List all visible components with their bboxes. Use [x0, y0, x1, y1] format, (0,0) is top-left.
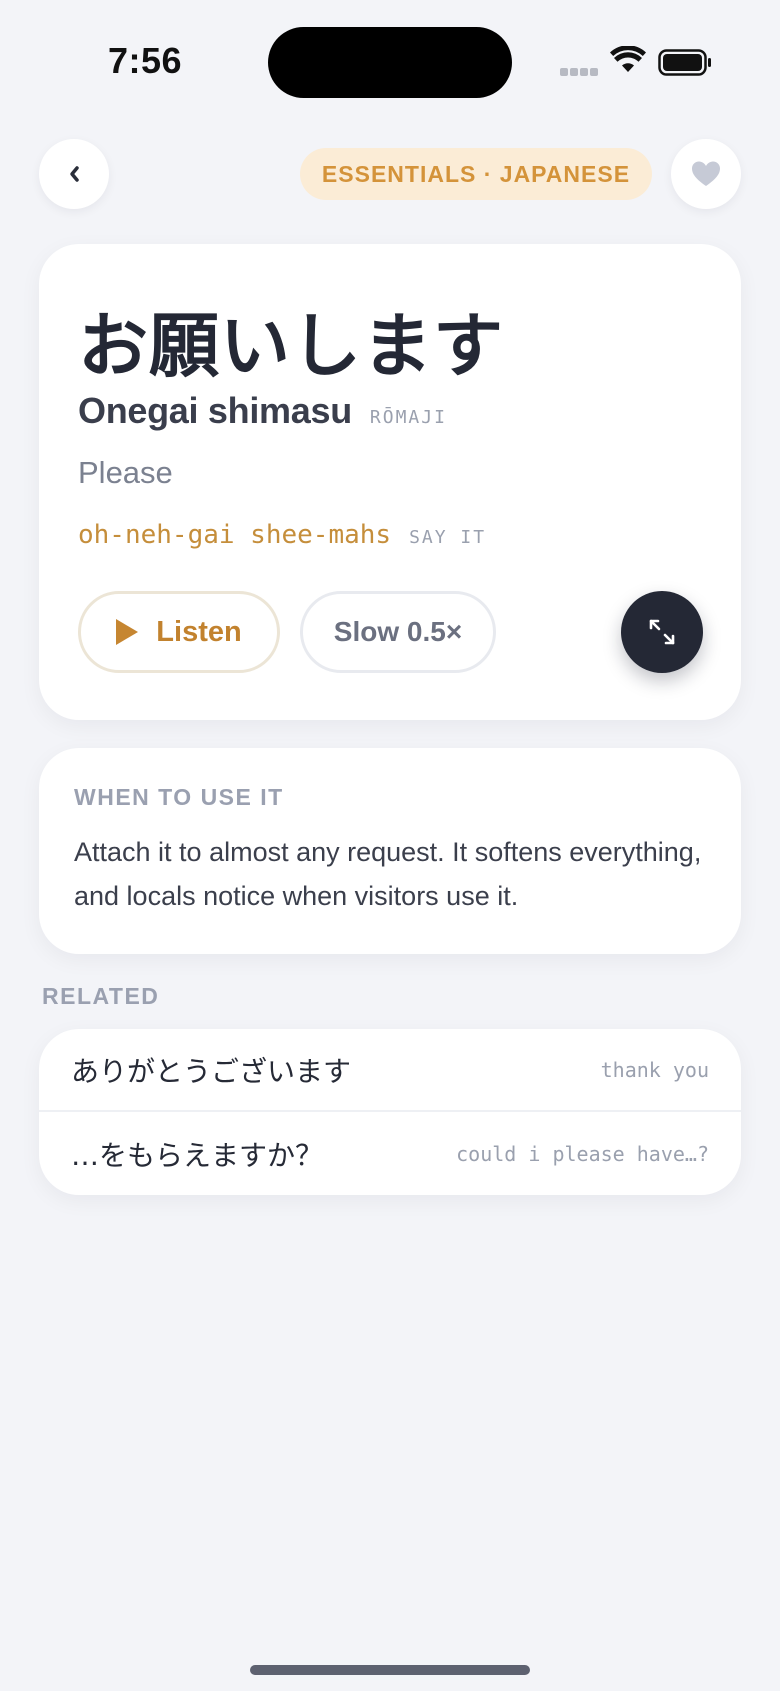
related-native-text: …をもらえますか？	[71, 1138, 324, 1172]
home-indicator[interactable]	[250, 1665, 530, 1675]
romaji-text: Onegai shimasu	[78, 390, 352, 431]
related-item-could-i-have[interactable]: …をもらえますか？ could i please have…?	[39, 1112, 741, 1195]
slow-playback-button[interactable]: Slow 0.5×	[300, 591, 496, 673]
phrase-meaning: Please	[78, 455, 173, 490]
usage-card: WHEN TO USE IT Attach it to almost any r…	[39, 748, 741, 954]
status-bar: 7:56	[0, 0, 780, 110]
wifi-icon	[610, 46, 646, 72]
phrase-card: お願いします Onegai shimasu RŌMAJI Please oh-n…	[39, 244, 741, 720]
listen-button[interactable]: Listen	[78, 591, 280, 673]
play-icon	[116, 619, 139, 645]
pronunciation-row: oh-neh-gai shee-mahs SAY IT	[78, 520, 486, 550]
listen-label: Listen	[156, 615, 242, 648]
phrase-native-text: お願いします	[78, 305, 504, 387]
expand-button[interactable]	[621, 591, 703, 673]
romaji-row: Onegai shimasu RŌMAJI	[78, 390, 447, 432]
pronunciation-tag: SAY IT	[409, 527, 487, 548]
romaji-tag: RŌMAJI	[369, 407, 447, 428]
related-meaning-text: thank you	[600, 1057, 709, 1082]
related-native-text: ありがとうございます	[71, 1054, 352, 1088]
phrase-detail-screen: 7:56 ESSENTIALS · JAPANESE お願いします Onegai…	[0, 0, 780, 1691]
expand-icon	[649, 619, 675, 645]
related-list: ありがとうございます thank you …をもらえますか？ could i p…	[39, 1029, 741, 1195]
signal-dots-icon	[560, 68, 598, 76]
usage-text: Attach it to almost any request. It soft…	[74, 837, 702, 911]
status-time: 7:56	[108, 40, 183, 81]
category-badge: ESSENTIALS · JAPANESE	[300, 148, 652, 200]
slow-label: Slow 0.5×	[333, 616, 463, 647]
battery-icon	[658, 49, 711, 76]
pronunciation-text: oh-neh-gai shee-mahs	[78, 520, 392, 550]
usage-label: WHEN TO USE IT	[74, 784, 284, 810]
related-item-thank-you[interactable]: ありがとうございます thank you	[39, 1029, 741, 1112]
related-meaning-text: could i please have…?	[456, 1141, 709, 1166]
heart-icon	[692, 161, 720, 186]
back-button[interactable]	[39, 139, 109, 209]
dynamic-island	[268, 27, 512, 98]
favorite-button[interactable]	[671, 139, 741, 209]
chevron-left-icon	[70, 166, 79, 182]
related-label: RELATED	[42, 983, 160, 1009]
